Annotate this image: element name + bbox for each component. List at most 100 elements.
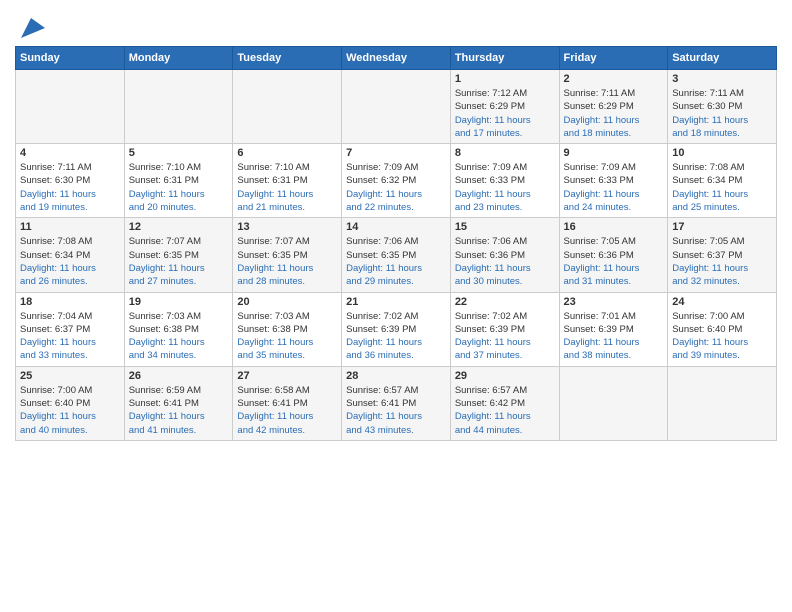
day-info: Sunrise: 7:00 AMSunset: 6:40 PMDaylight:… xyxy=(20,384,120,437)
column-header-friday: Friday xyxy=(559,47,668,70)
day-number: 14 xyxy=(346,221,446,233)
day-info: Sunrise: 6:57 AMSunset: 6:41 PMDaylight:… xyxy=(346,384,446,437)
header xyxy=(15,10,777,42)
daylight-label: Daylight: 11 hoursand 43 minutes. xyxy=(346,411,422,435)
daylight-label: Daylight: 11 hoursand 18 minutes. xyxy=(564,115,640,139)
calendar-cell: 21 Sunrise: 7:02 AMSunset: 6:39 PMDayligh… xyxy=(342,292,451,366)
calendar-table: SundayMondayTuesdayWednesdayThursdayFrid… xyxy=(15,46,777,441)
day-info: Sunrise: 7:09 AMSunset: 6:33 PMDaylight:… xyxy=(455,161,555,214)
day-info: Sunrise: 7:10 AMSunset: 6:31 PMDaylight:… xyxy=(129,161,229,214)
daylight-label: Daylight: 11 hoursand 23 minutes. xyxy=(455,189,531,213)
daylight-label: Daylight: 11 hoursand 25 minutes. xyxy=(672,189,748,213)
calendar-cell: 27 Sunrise: 6:58 AMSunset: 6:41 PMDayligh… xyxy=(233,366,342,440)
calendar-header-row: SundayMondayTuesdayWednesdayThursdayFrid… xyxy=(16,47,777,70)
calendar-cell: 17Sunrise: 7:05 AMSunset: 6:37 PMDayligh… xyxy=(668,218,777,292)
column-header-tuesday: Tuesday xyxy=(233,47,342,70)
daylight-label: Daylight: 11 hoursand 41 minutes. xyxy=(129,411,205,435)
daylight-label: Daylight: 11 hoursand 20 minutes. xyxy=(129,189,205,213)
daylight-label: Daylight: 11 hoursand 19 minutes. xyxy=(20,189,96,213)
daylight-label: Daylight: 11 hoursand 30 minutes. xyxy=(455,263,531,287)
calendar-week-row: 18Sunrise: 7:04 AMSunset: 6:37 PMDayligh… xyxy=(16,292,777,366)
day-info: Sunrise: 7:01 AMSunset: 6:39 PMDaylight:… xyxy=(564,310,664,363)
daylight-label: Daylight: 11 hoursand 37 minutes. xyxy=(455,337,531,361)
day-number: 20 xyxy=(237,296,337,308)
day-info: Sunrise: 7:07 AMSunset: 6:35 PMDaylight:… xyxy=(237,235,337,288)
day-number: 28 xyxy=(346,370,446,382)
calendar-cell: 14 Sunrise: 7:06 AMSunset: 6:35 PMDayligh… xyxy=(342,218,451,292)
day-info: Sunrise: 7:03 AMSunset: 6:38 PMDaylight:… xyxy=(129,310,229,363)
day-info: Sunrise: 7:02 AMSunset: 6:39 PMDaylight:… xyxy=(455,310,555,363)
day-number: 21 xyxy=(346,296,446,308)
calendar-cell: 9Sunrise: 7:09 AMSunset: 6:33 PMDaylight… xyxy=(559,144,668,218)
calendar-week-row: 1Sunrise: 7:12 AMSunset: 6:29 PMDaylight… xyxy=(16,70,777,144)
day-number: 12 xyxy=(129,221,229,233)
day-info: Sunrise: 7:11 AMSunset: 6:30 PMDaylight:… xyxy=(672,87,772,140)
day-info: Sunrise: 6:58 AMSunset: 6:41 PMDaylight:… xyxy=(237,384,337,437)
calendar-cell: 19 Sunrise: 7:03 AMSunset: 6:38 PMDayligh… xyxy=(124,292,233,366)
day-info: Sunrise: 7:12 AMSunset: 6:29 PMDaylight:… xyxy=(455,87,555,140)
calendar-week-row: 25Sunrise: 7:00 AMSunset: 6:40 PMDayligh… xyxy=(16,366,777,440)
calendar-cell: 4Sunrise: 7:11 AMSunset: 6:30 PMDaylight… xyxy=(16,144,125,218)
calendar-cell xyxy=(342,70,451,144)
daylight-label: Daylight: 11 hoursand 28 minutes. xyxy=(237,263,313,287)
day-info: Sunrise: 7:07 AMSunset: 6:35 PMDaylight:… xyxy=(129,235,229,288)
calendar-cell: 15Sunrise: 7:06 AMSunset: 6:36 PMDayligh… xyxy=(450,218,559,292)
daylight-label: Daylight: 11 hoursand 36 minutes. xyxy=(346,337,422,361)
day-number: 15 xyxy=(455,221,555,233)
daylight-label: Daylight: 11 hoursand 22 minutes. xyxy=(346,189,422,213)
daylight-label: Daylight: 11 hoursand 29 minutes. xyxy=(346,263,422,287)
daylight-label: Daylight: 11 hoursand 40 minutes. xyxy=(20,411,96,435)
day-number: 23 xyxy=(564,296,664,308)
day-number: 3 xyxy=(672,73,772,85)
day-info: Sunrise: 7:04 AMSunset: 6:37 PMDaylight:… xyxy=(20,310,120,363)
calendar-cell: 20 Sunrise: 7:03 AMSunset: 6:38 PMDayligh… xyxy=(233,292,342,366)
day-number: 27 xyxy=(237,370,337,382)
day-number: 13 xyxy=(237,221,337,233)
day-number: 16 xyxy=(564,221,664,233)
calendar-cell: 8Sunrise: 7:09 AMSunset: 6:33 PMDaylight… xyxy=(450,144,559,218)
day-info: Sunrise: 7:11 AMSunset: 6:29 PMDaylight:… xyxy=(564,87,664,140)
day-info: Sunrise: 7:02 AMSunset: 6:39 PMDaylight:… xyxy=(346,310,446,363)
calendar-cell xyxy=(233,70,342,144)
day-number: 22 xyxy=(455,296,555,308)
day-info: Sunrise: 7:08 AMSunset: 6:34 PMDaylight:… xyxy=(20,235,120,288)
calendar-cell: 16Sunrise: 7:05 AMSunset: 6:36 PMDayligh… xyxy=(559,218,668,292)
calendar-week-row: 4Sunrise: 7:11 AMSunset: 6:30 PMDaylight… xyxy=(16,144,777,218)
calendar-cell: 6Sunrise: 7:10 AMSunset: 6:31 PMDaylight… xyxy=(233,144,342,218)
day-number: 4 xyxy=(20,147,120,159)
daylight-label: Daylight: 11 hoursand 24 minutes. xyxy=(564,189,640,213)
column-header-wednesday: Wednesday xyxy=(342,47,451,70)
column-header-thursday: Thursday xyxy=(450,47,559,70)
calendar-cell xyxy=(559,366,668,440)
daylight-label: Daylight: 11 hoursand 35 minutes. xyxy=(237,337,313,361)
logo xyxy=(15,14,45,42)
calendar-cell: 11 Sunrise: 7:08 AMSunset: 6:34 PMDayligh… xyxy=(16,218,125,292)
day-info: Sunrise: 7:06 AMSunset: 6:35 PMDaylight:… xyxy=(346,235,446,288)
logo-icon xyxy=(17,14,45,42)
day-info: Sunrise: 6:59 AMSunset: 6:41 PMDaylight:… xyxy=(129,384,229,437)
calendar-cell: 5Sunrise: 7:10 AMSunset: 6:31 PMDaylight… xyxy=(124,144,233,218)
day-info: Sunrise: 7:03 AMSunset: 6:38 PMDaylight:… xyxy=(237,310,337,363)
day-info: Sunrise: 7:00 AMSunset: 6:40 PMDaylight:… xyxy=(672,310,772,363)
day-number: 9 xyxy=(564,147,664,159)
day-number: 11 xyxy=(20,221,120,233)
day-info: Sunrise: 6:57 AMSunset: 6:42 PMDaylight:… xyxy=(455,384,555,437)
daylight-label: Daylight: 11 hoursand 32 minutes. xyxy=(672,263,748,287)
daylight-label: Daylight: 11 hoursand 33 minutes. xyxy=(20,337,96,361)
daylight-label: Daylight: 11 hoursand 31 minutes. xyxy=(564,263,640,287)
calendar-cell: 13 Sunrise: 7:07 AMSunset: 6:35 PMDayligh… xyxy=(233,218,342,292)
column-header-sunday: Sunday xyxy=(16,47,125,70)
daylight-label: Daylight: 11 hoursand 39 minutes. xyxy=(672,337,748,361)
daylight-label: Daylight: 11 hoursand 38 minutes. xyxy=(564,337,640,361)
calendar-cell: 7Sunrise: 7:09 AMSunset: 6:32 PMDaylight… xyxy=(342,144,451,218)
calendar-cell: 18Sunrise: 7:04 AMSunset: 6:37 PMDayligh… xyxy=(16,292,125,366)
calendar-cell: 3 Sunrise: 7:11 AMSunset: 6:30 PMDaylight… xyxy=(668,70,777,144)
day-number: 19 xyxy=(129,296,229,308)
calendar-week-row: 11 Sunrise: 7:08 AMSunset: 6:34 PMDayligh… xyxy=(16,218,777,292)
day-number: 2 xyxy=(564,73,664,85)
daylight-label: Daylight: 11 hoursand 26 minutes. xyxy=(20,263,96,287)
day-info: Sunrise: 7:10 AMSunset: 6:31 PMDaylight:… xyxy=(237,161,337,214)
calendar-cell: 2 Sunrise: 7:11 AMSunset: 6:29 PMDaylight… xyxy=(559,70,668,144)
calendar-cell xyxy=(668,366,777,440)
daylight-label: Daylight: 11 hoursand 34 minutes. xyxy=(129,337,205,361)
